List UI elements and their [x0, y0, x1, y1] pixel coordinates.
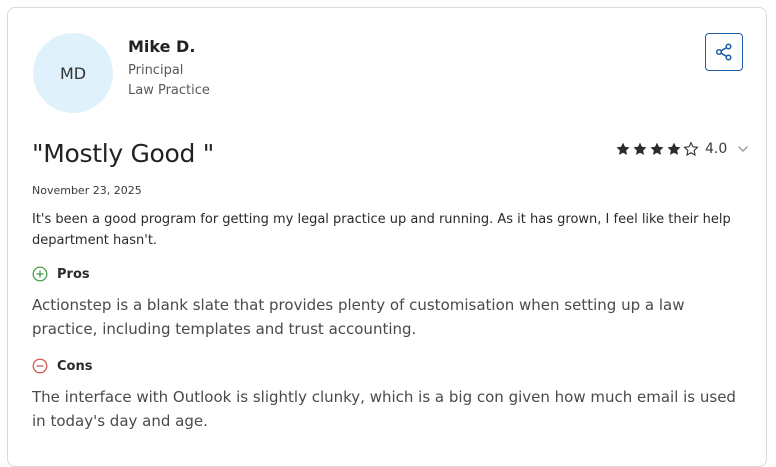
review-title: "Mostly Good ": [32, 139, 214, 168]
cons-heading: Cons: [32, 358, 92, 374]
avatar: MD: [33, 33, 113, 113]
star-empty-icon: [683, 141, 699, 156]
review-summary: It's been a good program for getting my …: [32, 212, 731, 248]
star-rating: [615, 141, 699, 157]
star-icon: [650, 142, 664, 155]
review-card: MD Mike D. Principal Law Practice "Mostl…: [7, 7, 767, 467]
cons-label: Cons: [57, 358, 93, 374]
chevron-down-icon[interactable]: [737, 145, 749, 153]
review-date: November 23, 2025: [32, 184, 142, 197]
reviewer-role: Principal: [128, 63, 184, 78]
pros-text: Actionstep is a blank slate that provide…: [32, 296, 685, 338]
pros-heading: Pros: [32, 266, 90, 282]
share-icon: [715, 43, 732, 61]
minus-circle-icon: [32, 358, 48, 374]
avatar-initials: MD: [59, 63, 87, 83]
rating[interactable]: 4.0: [615, 140, 749, 158]
reviewer-industry: Law Practice: [128, 83, 210, 98]
star-icon: [616, 142, 630, 155]
cons-text: The interface with Outlook is slightly c…: [32, 388, 736, 430]
pros-label: Pros: [57, 266, 90, 282]
share-button[interactable]: [705, 33, 743, 71]
star-icon: [633, 142, 647, 155]
star-icon: [667, 142, 681, 155]
rating-value: 4.0: [705, 141, 728, 157]
reviewer-name: Mike D.: [128, 37, 196, 56]
plus-circle-icon: [32, 266, 48, 282]
